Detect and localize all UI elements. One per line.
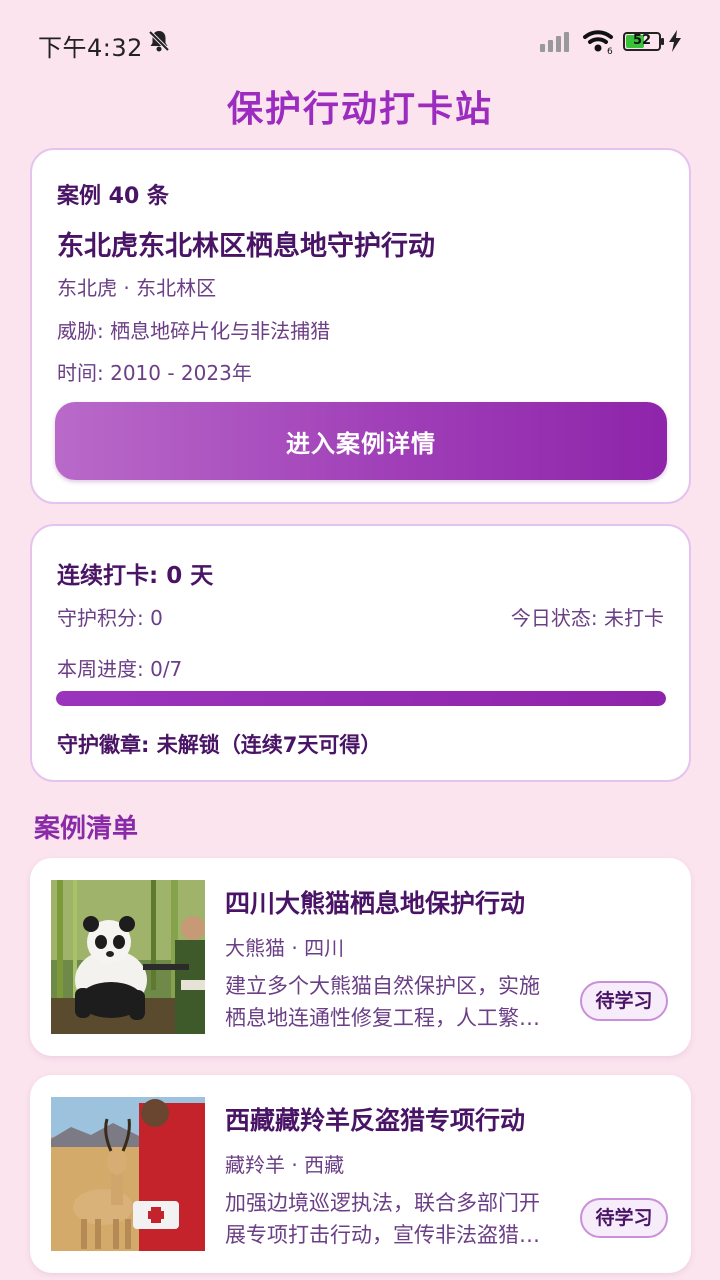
case-title: 四川大熊猫栖息地保护行动 [225,889,526,918]
case-thumbnail-panda [51,880,205,1034]
case-description-line: 加强边境巡逻执法，联合多部门开 [225,1191,540,1215]
week-progress-bar [56,691,666,706]
case-status-badge[interactable]: 待学习 [580,1198,668,1238]
wifi-icon: 6 [583,28,615,58]
badge-text: 守护徽章: 未解锁（连续7天可得） [57,733,382,757]
streak-text: 连续打卡: 0 天 [57,563,214,589]
featured-threat: 威胁: 栖息地碎片化与非法捕猎 [57,319,331,343]
page-title: 保护行动打卡站 [226,89,493,130]
case-list-item[interactable]: 西藏藏羚羊反盗猎专项行动 藏羚羊 · 西藏 加强边境巡逻执法，联合多部门开 展专… [30,1075,691,1273]
case-list-title: 案例清单 [34,814,139,844]
today-status-text: 今日状态: 未打卡 [510,606,664,630]
featured-period: 时间: 2010 - 2023年 [57,361,252,385]
bell-off-icon [148,29,170,57]
case-description-line: 建立多个大熊猫自然保护区，实施 [225,974,540,998]
checkin-card: 连续打卡: 0 天 守护积分: 0 今日状态: 未打卡 本周进度: 0/7 守护… [30,524,691,782]
battery-level: 52 [632,33,652,48]
case-meta: 藏羚羊 · 西藏 [225,1153,345,1177]
signal-icon [540,32,572,56]
week-progress-text: 本周进度: 0/7 [57,657,183,681]
status-time: 下午4:32 [38,34,143,62]
case-meta: 大熊猫 · 四川 [225,936,345,960]
svg-text:6: 6 [607,47,613,54]
case-description: 建立多个大熊猫自然保护区，实施 栖息地连通性修复工程，人工繁… [225,970,585,1034]
case-description-line: 栖息地连通性修复工程，人工繁… [225,1006,540,1030]
case-title: 西藏藏羚羊反盗猎专项行动 [225,1106,526,1135]
case-thumbnail-antelope [51,1097,205,1251]
featured-case-card: 案例 40 条 东北虎东北林区栖息地守护行动 东北虎 · 东北林区 威胁: 栖息… [30,148,691,504]
enter-case-detail-button[interactable]: 进入案例详情 [55,402,667,480]
charging-icon [668,30,682,56]
case-status-badge[interactable]: 待学习 [580,981,668,1021]
week-progress-fill [56,691,666,706]
featured-species-region: 东北虎 · 东北林区 [57,276,217,300]
battery-cap [661,38,664,45]
case-list-item[interactable]: 四川大熊猫栖息地保护行动 大熊猫 · 四川 建立多个大熊猫自然保护区，实施 栖息… [30,858,691,1056]
status-bar: 下午4:32 6 52 [0,0,720,84]
case-count: 案例 40 条 [57,184,169,209]
points-text: 守护积分: 0 [57,606,163,630]
battery-icon: 52 [623,32,661,51]
case-description-line: 展专项打击行动，宣传非法盗猎… [225,1223,540,1247]
featured-case-title: 东北虎东北林区栖息地守护行动 [57,231,435,262]
case-description: 加强边境巡逻执法，联合多部门开 展专项打击行动，宣传非法盗猎… [225,1187,585,1251]
